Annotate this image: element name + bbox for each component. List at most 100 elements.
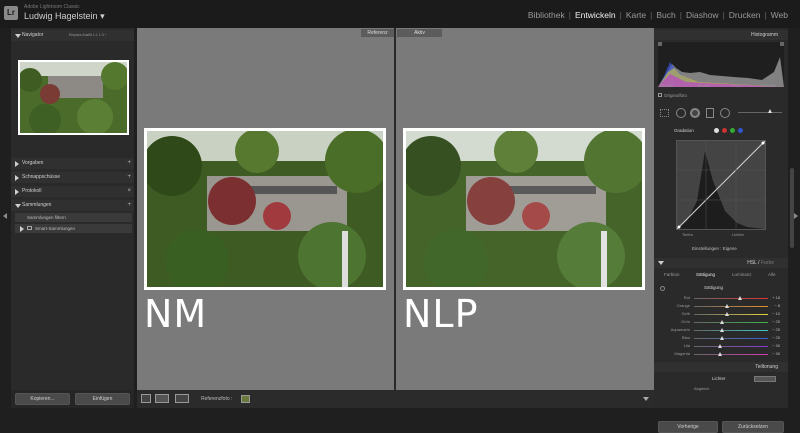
- saturation-slider-row[interactable]: Orange − 8: [662, 303, 780, 310]
- slider-value[interactable]: − 30: [772, 343, 780, 348]
- hsl-tab[interactable]: HSL: [747, 260, 757, 266]
- checkbox-icon[interactable]: [658, 93, 662, 97]
- module-entwickeln[interactable]: Entwickeln: [571, 10, 620, 20]
- slider-value[interactable]: − 10: [772, 311, 780, 316]
- reference-thumbnail[interactable]: [241, 395, 250, 403]
- add-icon[interactable]: +: [127, 172, 131, 183]
- module-drucken[interactable]: Drucken: [725, 10, 765, 20]
- graduated-filter-icon[interactable]: [706, 108, 714, 118]
- navigator-zoom-options[interactable]: Einpass Ausfül 1:1 1:3 ÷: [69, 30, 107, 41]
- right-panel-scrollbar[interactable]: [788, 28, 800, 408]
- collapse-right-icon[interactable]: [794, 213, 798, 219]
- protokoll-header[interactable]: Protokoll ×: [11, 186, 134, 197]
- left-panel-toggle-strip[interactable]: [0, 28, 11, 408]
- module-karte[interactable]: Karte: [622, 10, 650, 20]
- slider-track[interactable]: [694, 330, 768, 331]
- module-buch[interactable]: Buch: [652, 10, 679, 20]
- red-channel-icon[interactable]: [722, 128, 727, 133]
- spot-removal-icon[interactable]: [676, 108, 686, 118]
- collapse-left-icon[interactable]: [3, 213, 7, 219]
- slider-value[interactable]: − 25: [772, 335, 780, 340]
- saturation-slider-row[interactable]: Gelb − 10: [662, 311, 780, 318]
- toolbar-menu-chevron-icon[interactable]: [643, 397, 649, 401]
- target-adjust-icon[interactable]: [660, 286, 665, 291]
- paste-settings-button[interactable]: Einfügen: [75, 393, 130, 405]
- color-tab[interactable]: Farbe: [761, 260, 774, 266]
- collection-filter-field[interactable]: Sammlungen filtern: [15, 213, 132, 222]
- add-icon[interactable]: +: [127, 158, 131, 169]
- split-lights-swatch[interactable]: [754, 376, 776, 382]
- comparison-divider[interactable]: [394, 28, 396, 390]
- slider-knob[interactable]: [720, 328, 725, 332]
- slider-value[interactable]: − 30: [772, 351, 780, 356]
- slider-value[interactable]: − 8: [774, 303, 780, 308]
- sammlungen-header[interactable]: Sammlungen +: [11, 200, 134, 211]
- reference-view-icon[interactable]: [175, 394, 189, 403]
- identity-plate[interactable]: Ludwig Hagelstein ▾: [24, 11, 105, 22]
- saturation-slider-row[interactable]: Magenta − 30: [662, 351, 780, 358]
- module-diashow[interactable]: Diashow: [682, 10, 723, 20]
- active-photo[interactable]: [401, 128, 648, 293]
- copy-settings-button[interactable]: Kopieren...: [15, 393, 70, 405]
- schnappschuesse-header[interactable]: Schnappschüsse +: [11, 172, 134, 183]
- saturation-slider-row[interactable]: Blau − 25: [662, 335, 780, 342]
- slider-value[interactable]: − 25: [772, 327, 780, 332]
- saturation-slider-row[interactable]: Aquamarin − 25: [662, 327, 780, 334]
- slider-track[interactable]: [694, 314, 768, 315]
- reference-photo[interactable]: [142, 128, 389, 293]
- all-tab[interactable]: Alle: [768, 272, 776, 277]
- protokoll-title: Protokoll: [22, 188, 42, 194]
- brush-slider[interactable]: [738, 112, 782, 113]
- collapsed-triangle-icon: [15, 189, 19, 195]
- original-photo-toggle[interactable]: Originalfoto: [658, 93, 687, 98]
- smart-collections-item[interactable]: Smart-Sammlungen: [15, 224, 132, 233]
- slider-knob[interactable]: [717, 344, 722, 348]
- scrollbar-thumb[interactable]: [790, 168, 794, 248]
- saturation-slider-row[interactable]: Grün − 25: [662, 319, 780, 326]
- chevron-down-icon[interactable]: ▾: [100, 11, 105, 21]
- tone-curve-header[interactable]: Gradation: [658, 128, 784, 136]
- slider-value[interactable]: + 18: [772, 295, 780, 300]
- slider-knob[interactable]: [737, 296, 742, 300]
- slider-knob[interactable]: [720, 320, 725, 324]
- hue-tab[interactable]: Farbton: [664, 272, 680, 277]
- slider-track[interactable]: [694, 354, 768, 355]
- saturation-tab[interactable]: Sättigung: [696, 272, 715, 277]
- module-web[interactable]: Web: [767, 10, 792, 20]
- brush-slider-knob[interactable]: [768, 109, 772, 113]
- loupe-view-icon[interactable]: [141, 394, 151, 403]
- add-icon[interactable]: +: [127, 200, 131, 211]
- saturation-slider-row[interactable]: Rot + 18: [662, 295, 780, 302]
- radial-filter-icon[interactable]: [720, 108, 730, 118]
- slider-track[interactable]: [694, 338, 768, 339]
- slider-knob[interactable]: [720, 336, 725, 340]
- green-channel-icon[interactable]: [730, 128, 735, 133]
- slider-knob[interactable]: [717, 352, 722, 356]
- blue-channel-icon[interactable]: [738, 128, 743, 133]
- point-curve-selector[interactable]: Einstellungen : Eigene: [692, 246, 737, 251]
- luminance-tab[interactable]: Luminanz: [732, 272, 752, 277]
- module-bibliothek[interactable]: Bibliothek: [524, 10, 569, 20]
- previous-button[interactable]: Vorherige: [658, 421, 718, 433]
- navigator-preview[interactable]: [18, 60, 129, 136]
- slider-track[interactable]: [694, 346, 768, 347]
- reset-button[interactable]: Zurücksetzen: [722, 421, 784, 433]
- slider-track[interactable]: [694, 306, 768, 307]
- split-toning-header[interactable]: Teiltonung: [654, 362, 788, 372]
- rgb-channel-icon[interactable]: [714, 128, 719, 133]
- tone-curve-graph[interactable]: [676, 140, 766, 230]
- slider-track[interactable]: [694, 322, 768, 323]
- hsl-header[interactable]: HSL / Farbe: [654, 258, 788, 268]
- before-after-view-icon[interactable]: [155, 394, 169, 403]
- slider-track[interactable]: [694, 298, 768, 299]
- vorgaben-header[interactable]: Vorgaben +: [11, 158, 134, 169]
- saturation-slider-row[interactable]: Lila − 30: [662, 343, 780, 350]
- slider-knob[interactable]: [724, 312, 729, 316]
- close-icon[interactable]: ×: [127, 186, 131, 197]
- slider-value[interactable]: − 25: [772, 319, 780, 324]
- navigator-header[interactable]: Navigator Einpass Ausfül 1:1 1:3 ÷: [11, 30, 134, 41]
- crop-grid-icon[interactable]: [660, 109, 669, 117]
- red-eye-icon[interactable]: [690, 108, 700, 118]
- histogram-header[interactable]: Histogramm: [654, 30, 788, 40]
- slider-knob[interactable]: [725, 304, 730, 308]
